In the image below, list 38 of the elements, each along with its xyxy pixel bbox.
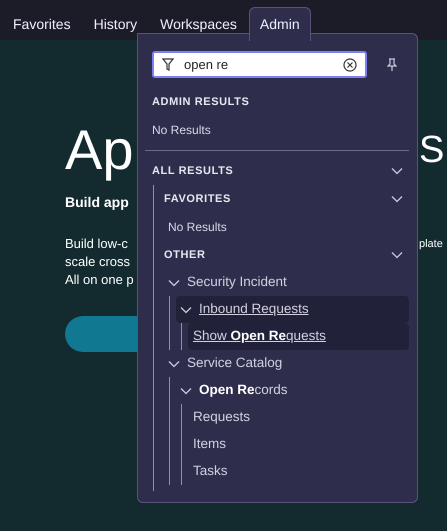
chevron-icon[interactable] — [391, 195, 403, 203]
section-header: FAVORITES — [164, 192, 231, 207]
clear-icon[interactable] — [343, 58, 357, 72]
pin-icon[interactable] — [387, 58, 397, 72]
tree-item[interactable]: Show Open Requests — [188, 323, 409, 350]
chevron-icon[interactable] — [168, 360, 180, 368]
tree-item[interactable]: Items — [188, 431, 409, 458]
tree-item[interactable]: Service Catalog — [164, 350, 409, 377]
tree-item[interactable]: Tasks — [188, 458, 409, 485]
section-header: OTHER — [164, 248, 206, 263]
hero-title: Ap — [65, 118, 134, 181]
tree-item[interactable]: Open Records — [176, 377, 409, 404]
tree-item[interactable]: Inbound Requests — [176, 296, 409, 323]
empty-message: No Results — [152, 122, 211, 139]
chevron-icon[interactable] — [180, 306, 192, 314]
filter-icon — [162, 58, 174, 72]
nav-tab[interactable]: Favorites — [2, 7, 82, 40]
nav-tab[interactable]: History — [82, 7, 148, 40]
tree-item[interactable]: Security Incident — [164, 269, 409, 296]
chevron-icon[interactable] — [180, 386, 192, 394]
nav-tab[interactable]: Workspaces — [149, 7, 248, 40]
chevron-icon[interactable] — [391, 251, 403, 259]
hero-button[interactable] — [65, 316, 137, 352]
hero-subtitle: Build app — [65, 194, 129, 210]
hero-text: plate — [419, 238, 443, 250]
empty-message: No Results — [168, 219, 227, 236]
hero-text: All on one p — [65, 272, 134, 287]
search-field[interactable]: open re — [184, 54, 333, 74]
tree-item[interactable]: Requests — [188, 404, 409, 431]
search-field[interactable]: open re — [152, 51, 367, 78]
section-header: ADMIN RESULTS — [152, 94, 250, 110]
hero-text: scale cross — [65, 254, 130, 269]
chevron-icon[interactable] — [391, 167, 403, 175]
section-header: ALL RESULTS — [152, 164, 234, 179]
hero-title: S — [419, 129, 444, 171]
hero-text: Build low-c — [65, 236, 128, 251]
chevron-icon[interactable] — [168, 278, 180, 286]
nav-tab[interactable]: Admin — [248, 7, 311, 41]
